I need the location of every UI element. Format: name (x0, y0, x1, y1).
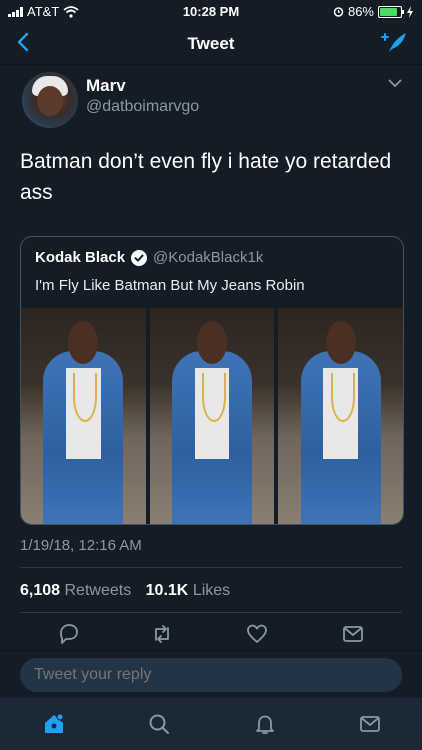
quoted-author-name: Kodak Black (35, 249, 126, 266)
reply-bar (0, 650, 422, 699)
quoted-tweet-media (21, 308, 403, 524)
retweets-label[interactable]: Retweets (65, 582, 132, 599)
divider (20, 612, 402, 613)
reply-icon[interactable] (57, 622, 81, 646)
divider (20, 567, 402, 568)
retweets-count[interactable]: 6,108 (20, 582, 60, 599)
quoted-author-handle: @KodakBlack1k (153, 249, 264, 266)
tweet-actions (0, 622, 422, 648)
tweet-author: Marv @datboimarvgo (20, 70, 402, 130)
page-title: Tweet (187, 34, 235, 53)
status-bar: AT&T 10:28 PM 86% (0, 0, 422, 22)
likes-label[interactable]: Likes (193, 582, 230, 599)
media-photo[interactable] (149, 308, 275, 524)
like-icon[interactable] (245, 622, 269, 646)
tab-bar (0, 698, 422, 750)
tweet-stats: 6,108 Retweets 10.1K Likes (20, 582, 240, 600)
quoted-tweet-header: Kodak Black @KodakBlack1k (35, 249, 263, 266)
status-right: 86% (333, 4, 414, 19)
reply-input[interactable] (20, 658, 402, 692)
search-icon[interactable] (147, 712, 171, 736)
compose-tweet-icon[interactable] (380, 30, 408, 56)
quoted-tweet[interactable]: Kodak Black @KodakBlack1k I'm Fly Like B… (20, 236, 404, 525)
nav-bar: Tweet (0, 22, 422, 65)
retweet-icon[interactable] (150, 622, 174, 646)
media-photo[interactable] (21, 308, 146, 524)
photo-person-chain (330, 372, 355, 423)
tweet-text: Batman don’t even fly i hate yo retarded… (20, 150, 392, 204)
photo-person-head (197, 320, 227, 365)
media-photo[interactable] (278, 308, 403, 524)
author-handle[interactable]: @datboimarvgo (86, 98, 199, 116)
photo-person-chain (202, 372, 226, 423)
battery-level-fill (380, 7, 398, 16)
photo-person-head (325, 320, 356, 365)
tweet-timestamp: 1/19/18, 12:16 AM (20, 537, 142, 554)
notifications-icon[interactable] (253, 712, 277, 736)
verified-badge-icon (131, 249, 148, 266)
battery-percent: 86% (347, 4, 374, 19)
home-icon[interactable] (42, 712, 66, 736)
direct-message-icon[interactable] (341, 622, 365, 646)
battery-icon (378, 5, 404, 18)
charging-icon (407, 5, 413, 18)
chevron-down-icon[interactable] (388, 78, 402, 88)
avatar[interactable] (20, 70, 80, 130)
avatar-face (37, 86, 63, 116)
author-name[interactable]: Marv (86, 76, 126, 96)
quoted-tweet-text: I'm Fly Like Batman But My Jeans Robin (35, 277, 305, 294)
likes-count[interactable]: 10.1K (146, 582, 189, 599)
alarm-icon (333, 7, 344, 17)
messages-icon[interactable] (358, 712, 382, 736)
